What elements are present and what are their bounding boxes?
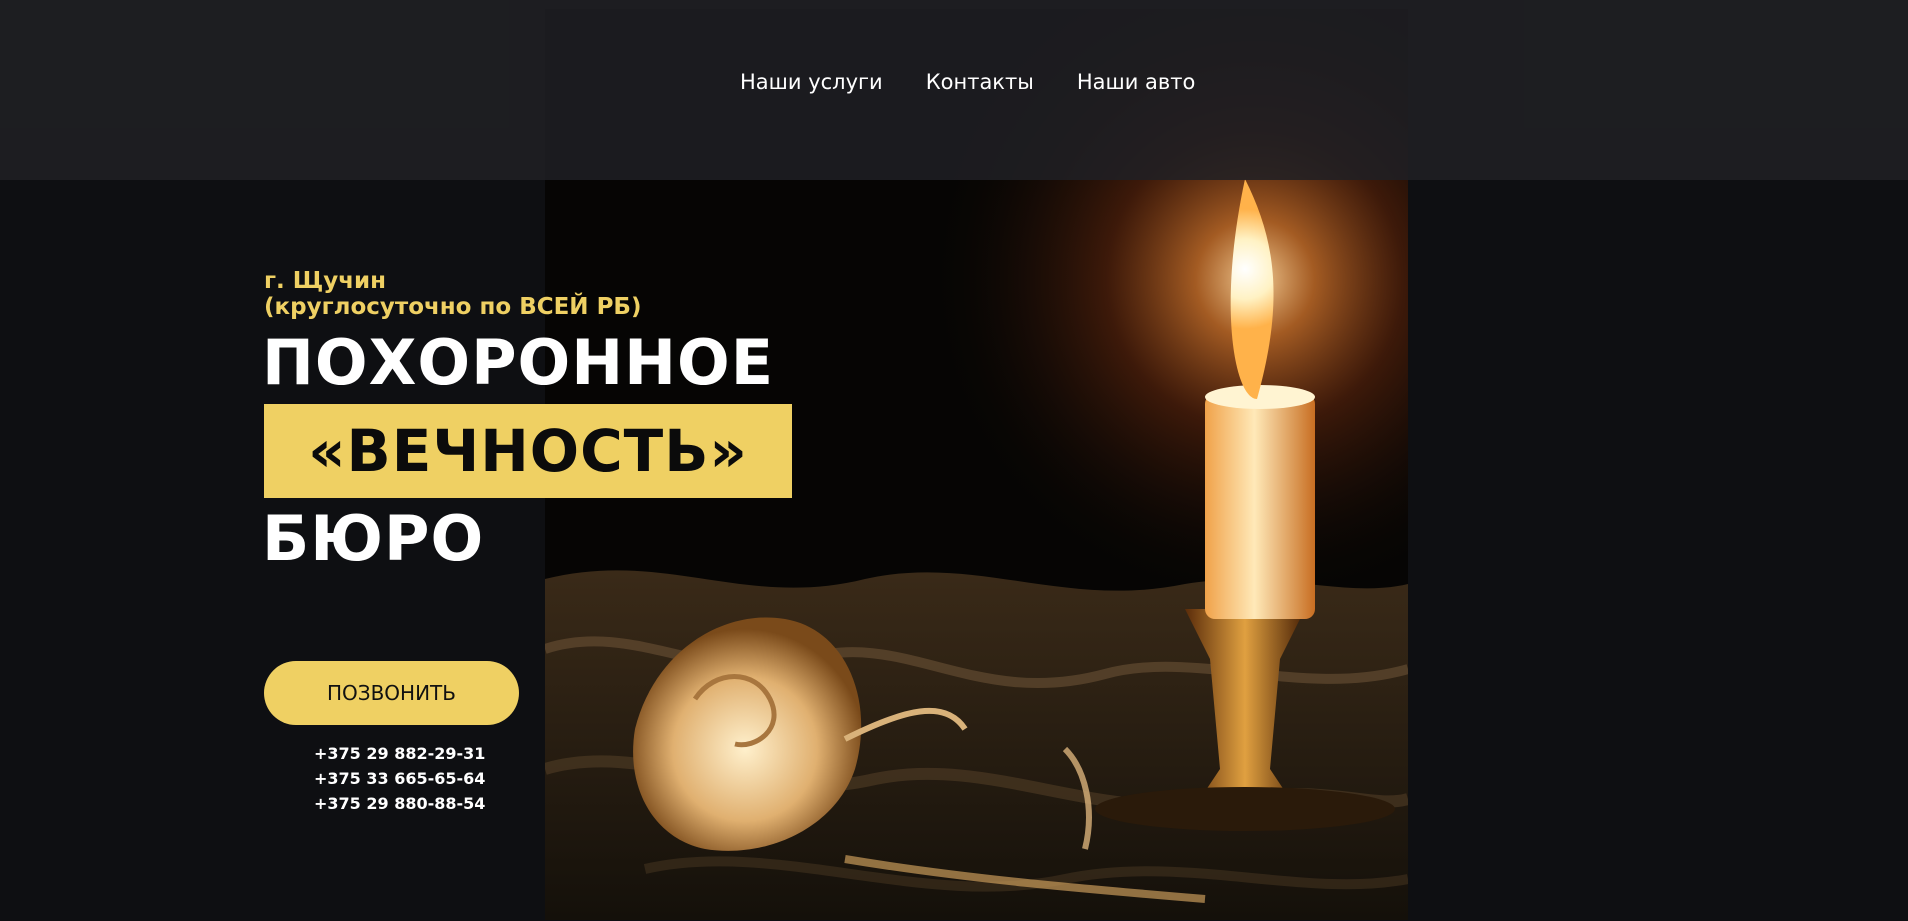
nav-item-cars[interactable]: Наши авто [1077,70,1196,94]
phone-number-2[interactable]: +375 33 665-65-64 [314,766,485,791]
phone-number-3[interactable]: +375 29 880-88-54 [314,791,485,816]
nav-item-services[interactable]: Наши услуги [740,70,883,94]
site-header: Наши услуги Контакты Наши авто [0,0,1908,180]
phone-list: +375 29 882-29-31 +375 33 665-65-64 +375… [314,741,485,816]
hero-title-line-1: ПОХОРОННОЕ [262,326,775,399]
city-line: г. Щучин [264,268,387,294]
service-area-line: (круглосуточно по ВСЕЙ РБ) [264,294,642,320]
hero-title-line-3: БЮРО [262,502,485,575]
hero-title-line-2: «ВЕЧНОСТЬ» [308,417,748,485]
hero-location: г. Щучин (круглосуточно по ВСЕЙ РБ) [264,268,641,320]
phone-number-1[interactable]: +375 29 882-29-31 [314,741,485,766]
hero-title-highlight: «ВЕЧНОСТЬ» [264,404,792,498]
main-nav: Наши услуги Контакты Наши авто [740,70,1195,94]
call-button[interactable]: ПОЗВОНИТЬ [264,661,519,725]
nav-item-contacts[interactable]: Контакты [926,70,1034,94]
